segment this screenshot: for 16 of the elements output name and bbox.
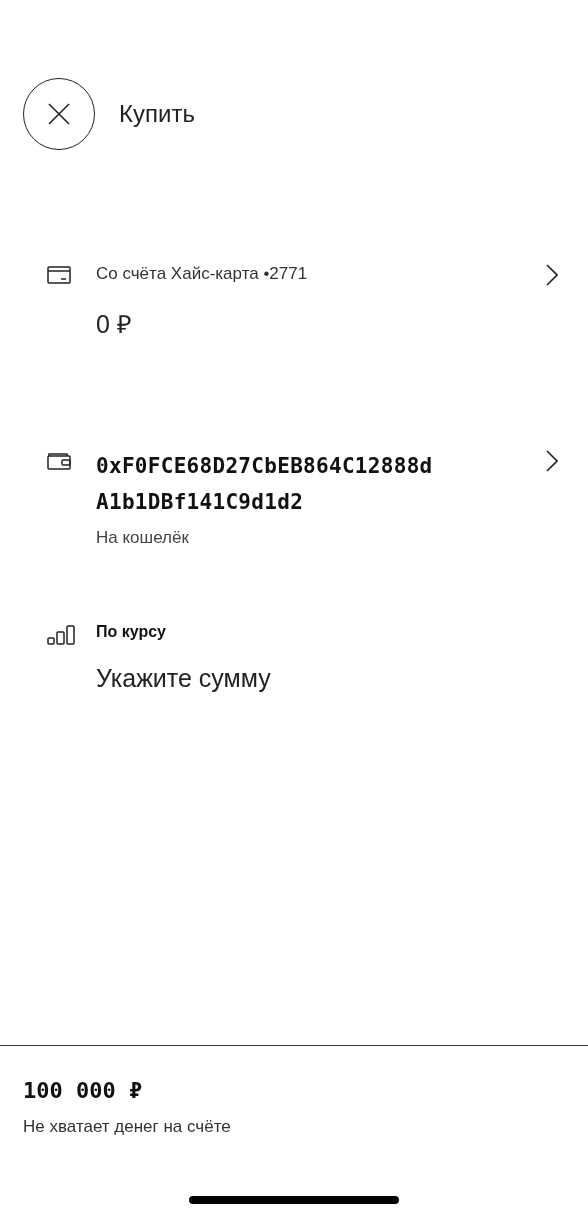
rate-label: По курсу [96, 622, 167, 642]
amount-prompt: Укажите сумму [96, 664, 272, 693]
amount-value: 0 ₽ [96, 309, 133, 340]
wallet-address: 0xF0FCE68D27CbEB864C12888d [96, 453, 434, 480]
close-icon[interactable] [47, 102, 71, 126]
bars-icon [47, 624, 77, 646]
wallet-caption: На кошелёк [96, 528, 190, 548]
account-label: Со счёта Хайс-карта •2771 [96, 263, 309, 285]
wallet-icon [47, 452, 71, 470]
balance-warning: Не хватает денег на счёте [23, 1117, 232, 1137]
chevron-icon[interactable] [546, 450, 558, 472]
total-amount: 100 000 ₽ [23, 1078, 144, 1103]
chevron-icon[interactable] [546, 264, 558, 286]
card-icon [47, 266, 71, 284]
page-title: Купить [119, 100, 195, 128]
wallet-address: A1b1DBf141C9d1d2 [96, 489, 305, 516]
